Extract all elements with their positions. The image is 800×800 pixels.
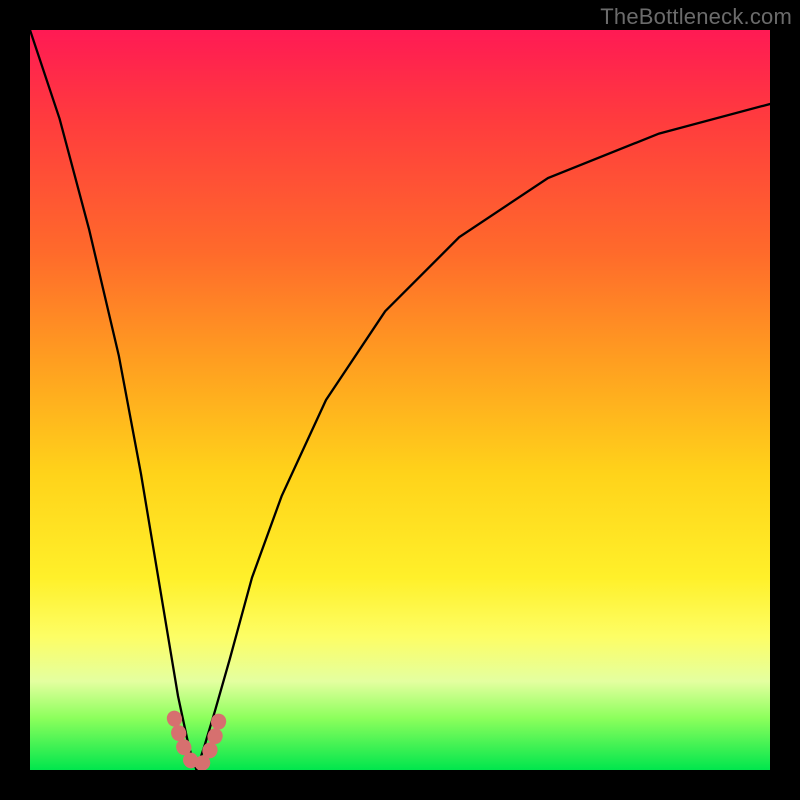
- curve-bottom-markers: [174, 715, 220, 767]
- chart-plot-area: [30, 30, 770, 770]
- watermark-text: TheBottleneck.com: [600, 4, 792, 30]
- chart-frame: TheBottleneck.com: [0, 0, 800, 800]
- bottleneck-curve: [30, 30, 770, 770]
- curve-line: [30, 30, 770, 770]
